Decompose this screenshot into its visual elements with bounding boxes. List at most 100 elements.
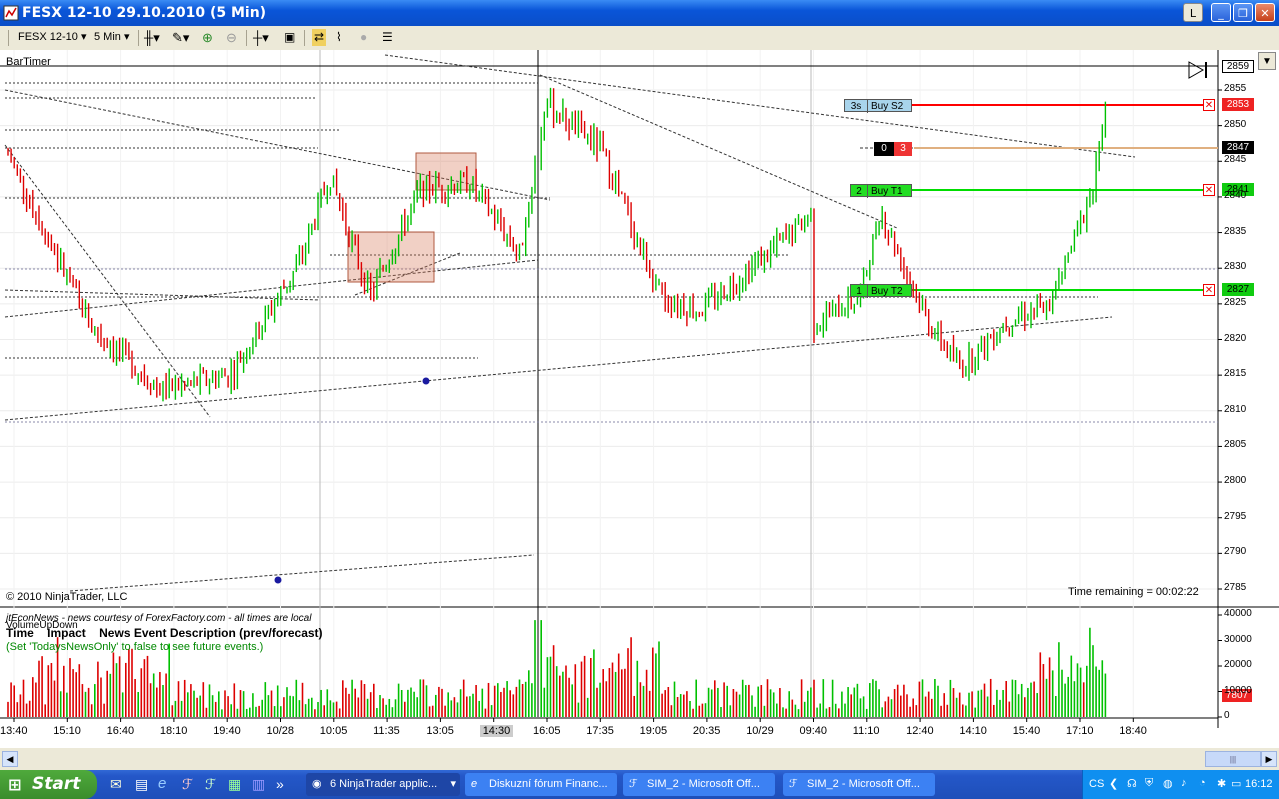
app-icon [3,5,19,21]
order-buy-t1[interactable]: 2 Buy T1 [850,184,912,198]
quicklaunch-app-icon[interactable]: ℱ [182,776,193,793]
time-tick-label: 13:05 [426,725,454,737]
title-bar: FESX 12-10 29.10.2010 (5 Min) L _ ❐ ✕ [0,0,1279,26]
strategies-icon[interactable]: ● [360,29,367,46]
time-tick-label: 10:05 [319,725,348,737]
tray-app-icon[interactable]: ◍ [1163,777,1173,790]
scroll-thumb[interactable]: ||| [1205,751,1261,767]
crosshair-icon[interactable]: ┼▾ [253,29,269,46]
close-button[interactable]: ✕ [1255,3,1275,22]
volume-tick-label: 20000 [1224,659,1252,670]
position-qty-right: 3 [894,142,912,156]
interval-selector[interactable]: 5 Min ▾ [94,29,129,46]
windows-logo-icon: ⊞ [8,775,22,794]
maximize-button[interactable]: ❐ [1233,3,1253,22]
chart-panel[interactable]: BarTimer © 2010 NinjaTrader, LLC Time re… [0,50,1279,748]
ie-icon: e [471,778,478,790]
chart-trader-icon[interactable]: ⇄ [312,29,327,46]
price-tick-label: 2825 [1224,296,1247,308]
time-tick-label: 17:35 [586,725,614,737]
price-tick-label: 2845 [1224,154,1247,166]
properties-icon[interactable]: ▣ [284,29,295,46]
zoom-in-icon[interactable]: ⊕ [202,29,213,46]
toolbar-grip [8,30,9,46]
data-box-icon[interactable]: ☰ [382,29,393,46]
chart-scrollbar[interactable]: ◀ ||| ▶ [0,748,1279,770]
language-indicator[interactable]: CS [1089,778,1104,790]
start-label: Start [32,774,81,794]
bar-type-icon[interactable]: ╫▾ [144,29,160,46]
task-label: 6 NinjaTrader applic... [330,778,438,790]
tray-security-icon[interactable]: ⛨ [1145,777,1153,790]
position-display[interactable]: 03 [874,142,914,156]
tray-wifi-icon[interactable]: ◔ [1199,777,1206,789]
quicklaunch-excel-icon[interactable]: ▦ [228,776,241,793]
indicators-icon[interactable]: ⌇ [336,29,342,46]
order-buy-s2[interactable]: 3s Buy S2 [844,99,912,113]
price-marker-t2: 2827 [1222,283,1254,296]
cancel-order-icon[interactable]: ✕ [1203,184,1215,196]
taskbar-sim2-b[interactable]: ℱ SIM_2 - Microsoft Off... [783,773,935,796]
position-qty-left: 0 [874,142,894,156]
time-tick-label: 09:40 [799,725,828,737]
quicklaunch-folder-icon[interactable]: ✉ [110,776,122,793]
scroll-left-icon[interactable]: ◀ [2,751,18,767]
taskbar-sim2-a[interactable]: ℱ SIM_2 - Microsoft Off... [623,773,775,796]
price-tick-label: 2850 [1224,118,1247,130]
trend-line [4,144,211,418]
cancel-order-icon[interactable]: ✕ [1203,284,1215,296]
taskbar-ninjatrader[interactable]: ◉ 6 NinjaTrader applic... ▾ [306,773,460,796]
instrument-selector[interactable]: FESX 12-10 ▾ [18,29,87,46]
time-tick-label: 12:40 [906,725,934,737]
time-tick-label: 17:10 [1066,725,1094,737]
toolbar-separator [304,30,305,46]
order-qty: 2 [851,185,868,198]
price-tick-label: 2820 [1224,332,1247,344]
trendline-anchor [274,576,282,584]
draw-tool-icon[interactable]: ✎▾ [172,29,189,46]
time-tick-label: 16:40 [106,725,135,737]
quicklaunch-doc-icon[interactable]: ▤ [135,776,148,793]
tray-bluetooth-icon[interactable]: ✱ [1217,777,1226,790]
chevron-down-icon[interactable]: ▼ [1258,52,1276,70]
tray-collapse-icon[interactable]: ❮ [1109,777,1118,790]
volume-tick-label: 30000 [1224,633,1252,645]
clock[interactable]: 16:12 [1245,778,1273,790]
scroll-right-icon[interactable]: ▶ [1261,751,1277,767]
price-tick-label: 2830 [1224,261,1247,273]
time-tick-label: 11:10 [852,725,880,737]
ninjatrader-icon: ◉ [312,778,322,790]
quicklaunch-word-icon[interactable]: ▥ [252,776,265,793]
time-tick-label: 19:40 [213,725,241,737]
chevron-down-icon: ▾ [450,778,456,790]
quicklaunch-more-icon[interactable]: » [276,776,284,792]
start-button[interactable]: ⊞ Start [0,770,97,799]
time-tick-label: 18:40 [1119,725,1147,737]
trend-line [4,289,321,301]
price-tick-label: 2840 [1224,189,1247,201]
toolbar-separator [246,30,247,46]
office-icon: ℱ [789,778,798,790]
bartimer-label: BarTimer [6,56,51,68]
quicklaunch-onenote-icon[interactable]: ℱ [205,776,216,793]
price-marker-current: 2847 [1222,141,1254,154]
order-buy-t2[interactable]: 1 Buy T2 [850,284,912,298]
volume-tick-label: 40000 [1224,608,1252,619]
link-button[interactable]: L [1183,3,1203,22]
order-label: Buy S2 [871,101,904,112]
quicklaunch-ie-icon[interactable]: e [158,775,166,792]
price-tick-label: 2800 [1224,475,1247,487]
task-label: SIM_2 - Microsoft Off... [647,778,760,790]
bar-timer-play-icon[interactable] [1188,60,1212,80]
zoom-out-icon[interactable]: ⊖ [226,29,237,46]
copyright-text: © 2010 NinjaTrader, LLC [6,591,128,603]
price-tick-label: 2805 [1224,439,1247,451]
tray-network-icon[interactable]: ☊ [1127,777,1137,790]
volume-tick-label: 0 [1224,710,1230,721]
taskbar-browser[interactable]: e Diskuzní fórum Financ... [465,773,617,796]
minimize-button[interactable]: _ [1211,3,1231,22]
tray-monitor-icon[interactable]: ▭ [1231,777,1241,790]
cancel-order-icon[interactable]: ✕ [1203,99,1215,111]
tray-volume-icon[interactable]: ♪ [1181,777,1187,789]
order-qty: 3s [845,100,868,113]
